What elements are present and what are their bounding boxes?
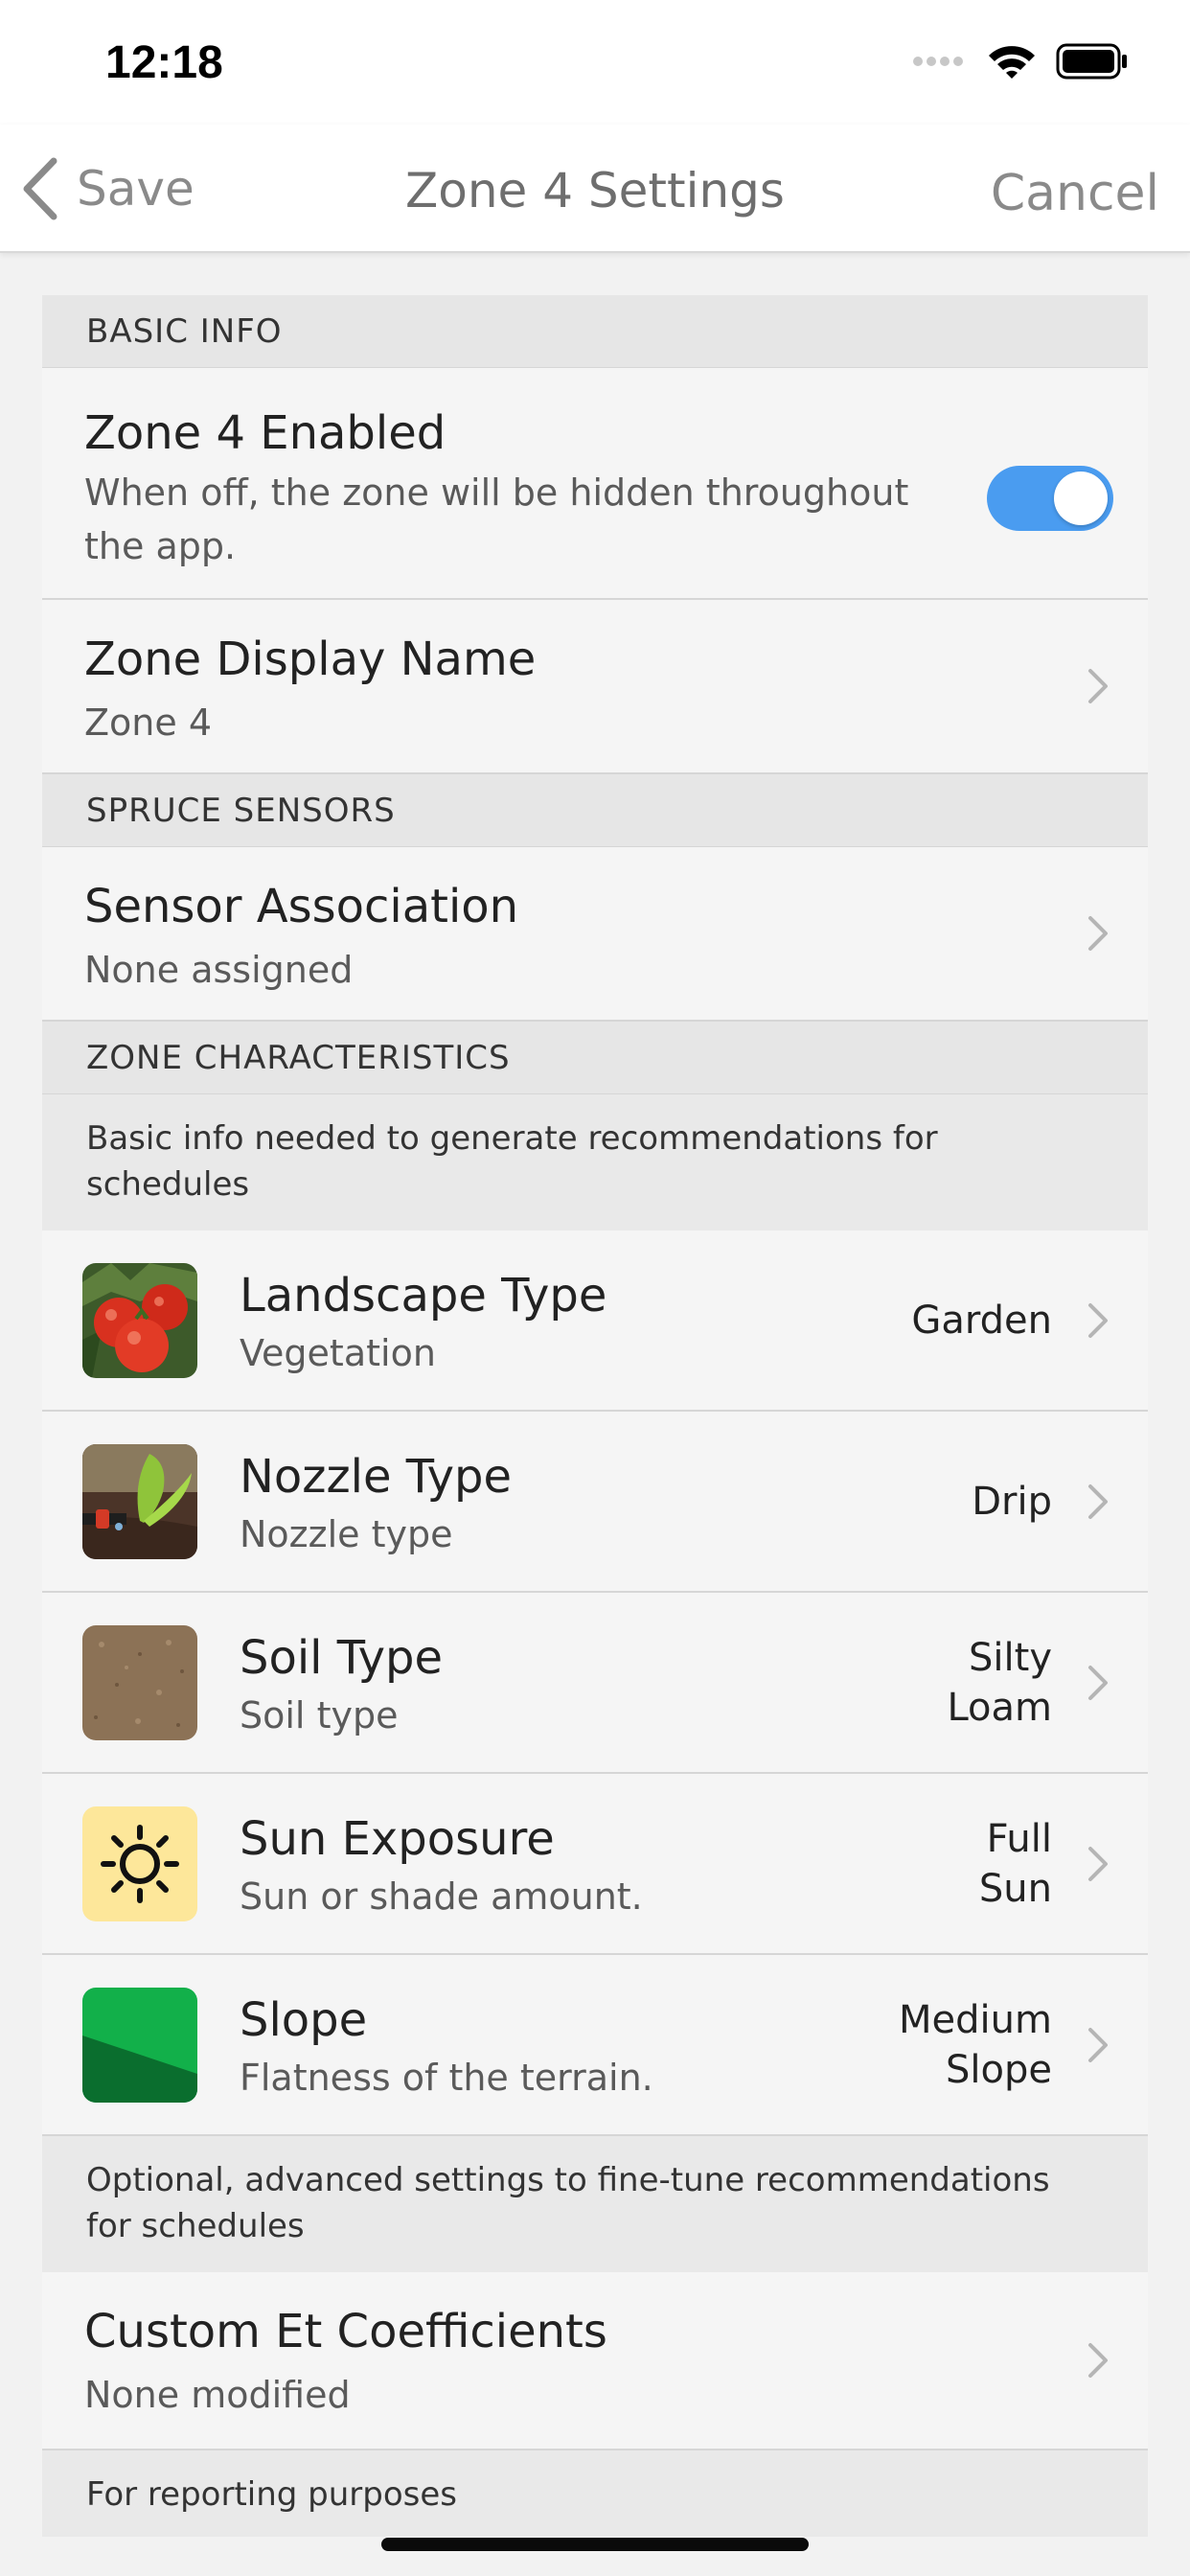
nozzle-type-title: Nozzle Type [240,1450,513,1504]
landscape-type-value: Garden [911,1296,1052,1346]
section-header-zone-characteristics: ZONE CHARACTERISTICS [42,1022,1148,1094]
chevron-right-icon [1088,2027,1108,2062]
status-time: 12:18 [105,37,223,88]
battery-icon [1056,43,1127,80]
characteristics-note: Basic info needed to generate recommenda… [42,1094,1148,1230]
chevron-right-icon [1088,1484,1108,1519]
soil-type-row[interactable]: Soil Type Soil type Silty Loam [42,1593,1148,1774]
soil-type-subtitle: Soil type [240,1694,399,1736]
chevron-right-icon [1088,1665,1108,1700]
section-header-basic-info: BASIC INFO [42,295,1148,368]
zone-display-name-title: Zone Display Name [84,632,537,686]
landscape-type-row[interactable]: Landscape Type Vegetation Garden [42,1230,1148,1412]
wifi-icon [989,46,1035,79]
sun-exposure-row[interactable]: Sun Exposure Sun or shade amount. Full S… [42,1774,1148,1955]
status-indicators [912,42,1129,80]
navigation-bar: Save Zone 4 Settings Cancel [0,125,1190,253]
chevron-left-icon [23,157,57,220]
nozzle-type-subtitle: Nozzle type [240,1513,453,1555]
zone-enabled-title: Zone 4 Enabled [84,406,446,460]
slope-title: Slope [240,1993,368,2047]
value-line: Silty [969,1635,1052,1680]
landscape-type-subtitle: Vegetation [240,1332,436,1374]
slope-icon [82,1987,197,2103]
slope-text: Slope Flatness of the terrain. [240,1993,653,2104]
chevron-right-icon [1088,2343,1108,2378]
soil-type-value: Silty Loam [947,1633,1052,1733]
sun-icon [82,1806,197,1921]
zone-display-name-row[interactable]: Zone Display Name Zone 4 [42,600,1148,774]
zone-display-name-value: Zone 4 [84,702,212,744]
value-line: Sun [978,1866,1052,1911]
landscape-type-text: Landscape Type Vegetation [240,1269,606,1380]
advanced-note: Optional, advanced settings to fine-tune… [42,2136,1148,2272]
sun-exposure-value: Full Sun [979,1814,1052,1914]
chevron-right-icon [1088,669,1108,703]
value-line: Slope [946,2047,1052,2092]
tomato-plant-image [82,1262,197,1378]
value-line: Garden [911,1298,1052,1343]
slope-row[interactable]: Slope Flatness of the terrain. Medium Sl… [42,1955,1148,2136]
soil-image [82,1624,197,1740]
toggle-knob [1054,472,1108,525]
zone-enabled-description: When off, the zone will be hidden throug… [84,472,909,567]
cancel-button[interactable]: Cancel [991,165,1159,222]
value-line: Medium [899,1997,1052,2042]
sun-exposure-title: Sun Exposure [240,1812,555,1866]
reporting-note: For reporting purposes [42,2450,1148,2537]
slope-subtitle: Flatness of the terrain. [240,2057,653,2099]
home-indicator [381,2538,809,2551]
chevron-right-icon [1088,1302,1108,1338]
save-button[interactable]: Save [21,157,195,220]
nozzle-type-text: Nozzle Type Nozzle type [240,1450,512,1561]
nozzle-type-value: Drip [972,1477,1052,1527]
status-bar: 12:18 [0,0,1190,125]
zone-enabled-row: Zone 4 Enabled When off, the zone will b… [42,368,1148,600]
custom-et-coefficients-row[interactable]: Custom Et Coefficients None modified [42,2272,1148,2450]
soil-type-title: Soil Type [240,1631,444,1685]
drip-nozzle-image [82,1443,197,1559]
zone-enabled-toggle[interactable] [987,466,1113,531]
soil-type-text: Soil Type Soil type [240,1631,443,1742]
slope-value: Medium Slope [899,1995,1052,2095]
settings-list: BASIC INFO Zone 4 Enabled When off, the … [42,295,1148,2537]
sensor-association-title: Sensor Association [84,880,519,933]
chevron-right-icon [1088,916,1108,951]
value-line: Drip [972,1479,1052,1524]
value-line: Full [986,1816,1052,1861]
custom-et-coefficients-value: None modified [84,2374,351,2416]
sun-exposure-subtitle: Sun or shade amount. [240,1875,643,1918]
cellular-signal-icon [913,57,963,66]
sensor-association-row[interactable]: Sensor Association None assigned [42,847,1148,1022]
nozzle-type-row[interactable]: Nozzle Type Nozzle type Drip [42,1412,1148,1593]
sun-exposure-text: Sun Exposure Sun or shade amount. [240,1812,643,1923]
sensor-association-value: None assigned [84,949,354,991]
landscape-type-title: Landscape Type [240,1269,607,1322]
custom-et-coefficients-title: Custom Et Coefficients [84,2305,607,2358]
save-label: Save [77,161,195,217]
section-header-spruce-sensors: SPRUCE SENSORS [42,774,1148,847]
value-line: Loam [947,1685,1052,1730]
chevron-right-icon [1088,1846,1108,1881]
